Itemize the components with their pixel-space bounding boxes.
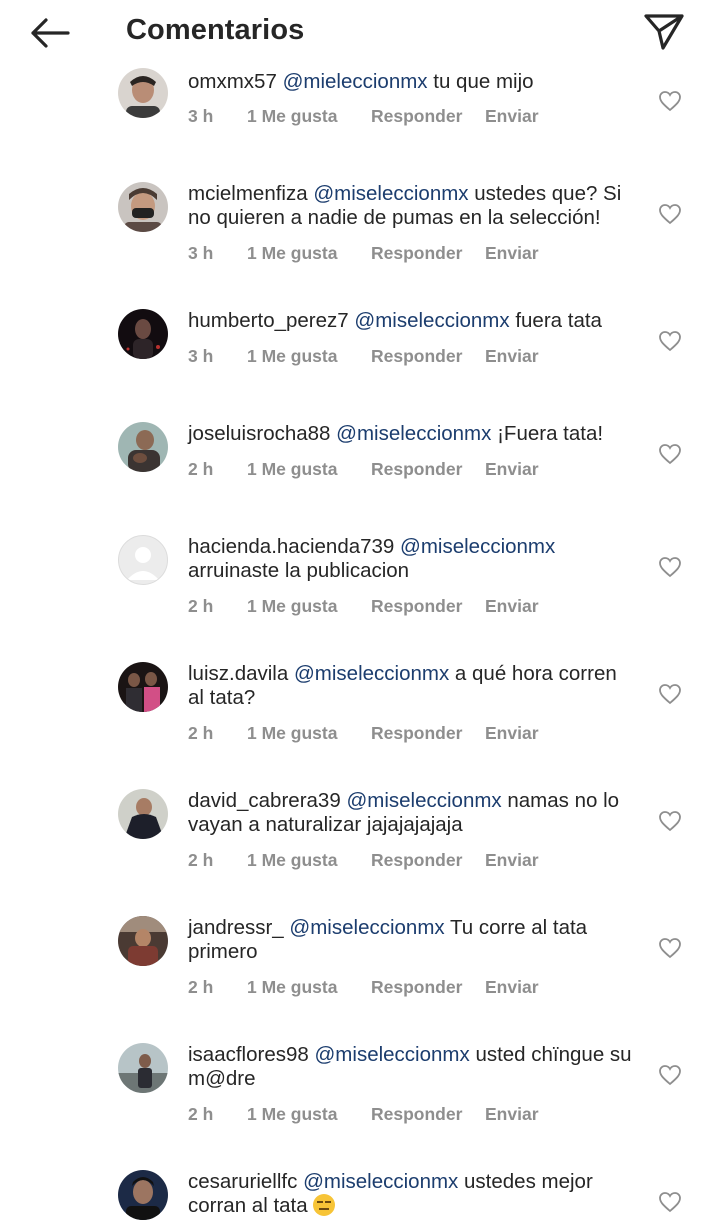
avatar[interactable] <box>118 535 168 585</box>
back-button[interactable] <box>24 10 74 56</box>
comment-username[interactable]: cesaruriellfc <box>188 1170 297 1193</box>
avatar[interactable] <box>118 1043 168 1093</box>
comment-mention[interactable]: @miseleccionmx <box>336 422 491 445</box>
reply-button[interactable]: Responder <box>371 243 462 264</box>
reply-button[interactable]: Responder <box>371 723 462 744</box>
comment-text: luisz.davila @miseleccionmx a qué hora c… <box>188 662 638 710</box>
arrow-left-icon <box>31 18 70 48</box>
avatar[interactable] <box>118 916 168 966</box>
avatar[interactable] <box>118 789 168 839</box>
heart-outline-icon[interactable] <box>658 937 682 959</box>
like-count-button[interactable]: 1 Me gusta <box>247 459 337 480</box>
comment-text: joseluisrocha88 @miseleccionmx ¡Fuera ta… <box>188 422 638 446</box>
page-title: Comentarios <box>126 14 305 46</box>
comment-text: jandressr_ @miseleccionmx Tu corre al ta… <box>188 916 638 964</box>
comment-text: omxmx57 @mieleccionmx tu que mijo <box>188 70 638 94</box>
comment-time: 3 h <box>188 106 214 126</box>
reply-button[interactable]: Responder <box>371 596 462 617</box>
comment-text: humberto_perez7 @miseleccionmx fuera tat… <box>188 309 638 333</box>
comment-username[interactable]: hacienda.hacienda739 <box>188 535 394 558</box>
comment-time: 2 h <box>188 459 214 479</box>
avatar[interactable] <box>118 422 168 472</box>
avatar[interactable] <box>118 68 168 118</box>
expressionless-face-emoji <box>313 1194 336 1216</box>
send-button[interactable]: Enviar <box>485 346 539 367</box>
comment-time: 2 h <box>188 596 214 616</box>
comment-time: 2 h <box>188 1104 214 1124</box>
comment-mention[interactable]: @miseleccionmx <box>400 535 555 558</box>
comment-username[interactable]: omxmx57 <box>188 70 277 93</box>
comment-mention[interactable]: @miseleccionmx <box>315 1043 470 1066</box>
reply-button[interactable]: Responder <box>371 459 462 480</box>
comment-username[interactable]: david_cabrera39 <box>188 789 341 812</box>
comment-time: 3 h <box>188 346 214 366</box>
comment-text: mcielmenfiza @miseleccionmx ustedes que?… <box>188 182 638 230</box>
like-count-button[interactable]: 1 Me gusta <box>247 1104 337 1125</box>
heart-outline-icon[interactable] <box>658 810 682 832</box>
reply-button[interactable]: Responder <box>371 977 462 998</box>
comment-username[interactable]: joseluisrocha88 <box>188 422 330 445</box>
heart-outline-icon[interactable] <box>658 1191 682 1213</box>
comment-mention[interactable]: @miseleccionmx <box>294 662 449 685</box>
like-count-button[interactable]: 1 Me gusta <box>247 596 337 617</box>
top-bar: Comentarios <box>0 0 720 66</box>
avatar[interactable] <box>118 1170 168 1220</box>
comment-time: 2 h <box>188 723 214 743</box>
send-button[interactable]: Enviar <box>485 723 539 744</box>
comment-time: 2 h <box>188 977 214 997</box>
avatar[interactable] <box>118 662 168 712</box>
send-button[interactable]: Enviar <box>485 1104 539 1125</box>
avatar[interactable] <box>118 309 168 359</box>
reply-button[interactable]: Responder <box>371 1104 462 1125</box>
comment-username[interactable]: luisz.davila <box>188 662 288 685</box>
like-count-button[interactable]: 1 Me gusta <box>247 346 337 367</box>
comment-mention[interactable]: @miseleccionmx <box>303 1170 458 1193</box>
like-count-button[interactable]: 1 Me gusta <box>247 850 337 871</box>
heart-outline-icon[interactable] <box>658 556 682 578</box>
send-button[interactable]: Enviar <box>485 459 539 480</box>
avatar[interactable] <box>118 182 168 232</box>
comment-mention[interactable]: @miseleccionmx <box>354 309 509 332</box>
comment-body: fuera tata <box>515 309 602 332</box>
send-button[interactable]: Enviar <box>485 850 539 871</box>
send-button[interactable]: Enviar <box>485 596 539 617</box>
comment-text: isaacflores98 @miseleccionmx usted chïng… <box>188 1043 638 1091</box>
heart-outline-icon[interactable] <box>658 1064 682 1086</box>
heart-outline-icon[interactable] <box>658 330 682 352</box>
comment-body: arruinaste la publicacion <box>188 559 410 582</box>
like-count-button[interactable]: 1 Me gusta <box>247 723 337 744</box>
comment-text: cesaruriellfc @miseleccionmx ustedes mej… <box>188 1170 638 1218</box>
heart-outline-icon[interactable] <box>658 203 682 225</box>
heart-outline-icon[interactable] <box>658 443 682 465</box>
comment-username[interactable]: humberto_perez7 <box>188 309 349 332</box>
share-button[interactable] <box>638 8 690 56</box>
comment-username[interactable]: isaacflores98 <box>188 1043 309 1066</box>
comment-username[interactable]: mcielmenfiza <box>188 182 308 205</box>
comment-body: ¡Fuera tata! <box>497 422 604 445</box>
heart-outline-icon[interactable] <box>658 90 682 112</box>
paper-plane-icon <box>644 14 684 50</box>
comment-body: tu que mijo <box>433 70 534 93</box>
comment-text: hacienda.hacienda739 @miseleccionmx arru… <box>188 535 638 583</box>
comment-mention[interactable]: @miseleccionmx <box>289 916 444 939</box>
comment-time: 3 h <box>188 243 214 263</box>
reply-button[interactable]: Responder <box>371 346 462 367</box>
comment-time: 2 h <box>188 850 214 870</box>
comment-mention[interactable]: @miseleccionmx <box>313 182 468 205</box>
comment-username[interactable]: jandressr_ <box>188 916 284 939</box>
like-count-button[interactable]: 1 Me gusta <box>247 106 337 127</box>
heart-outline-icon[interactable] <box>658 683 682 705</box>
like-count-button[interactable]: 1 Me gusta <box>247 243 337 264</box>
comment-text: david_cabrera39 @miseleccionmx namas no … <box>188 789 638 837</box>
send-button[interactable]: Enviar <box>485 243 539 264</box>
reply-button[interactable]: Responder <box>371 106 462 127</box>
comment-mention[interactable]: @miseleccionmx <box>346 789 501 812</box>
reply-button[interactable]: Responder <box>371 850 462 871</box>
comments-list: omxmx57 @mieleccionmx tu que mijo 3 h 1 … <box>0 0 720 1230</box>
send-button[interactable]: Enviar <box>485 106 539 127</box>
send-button[interactable]: Enviar <box>485 977 539 998</box>
comment-mention[interactable]: @mieleccionmx <box>283 70 428 93</box>
like-count-button[interactable]: 1 Me gusta <box>247 977 337 998</box>
